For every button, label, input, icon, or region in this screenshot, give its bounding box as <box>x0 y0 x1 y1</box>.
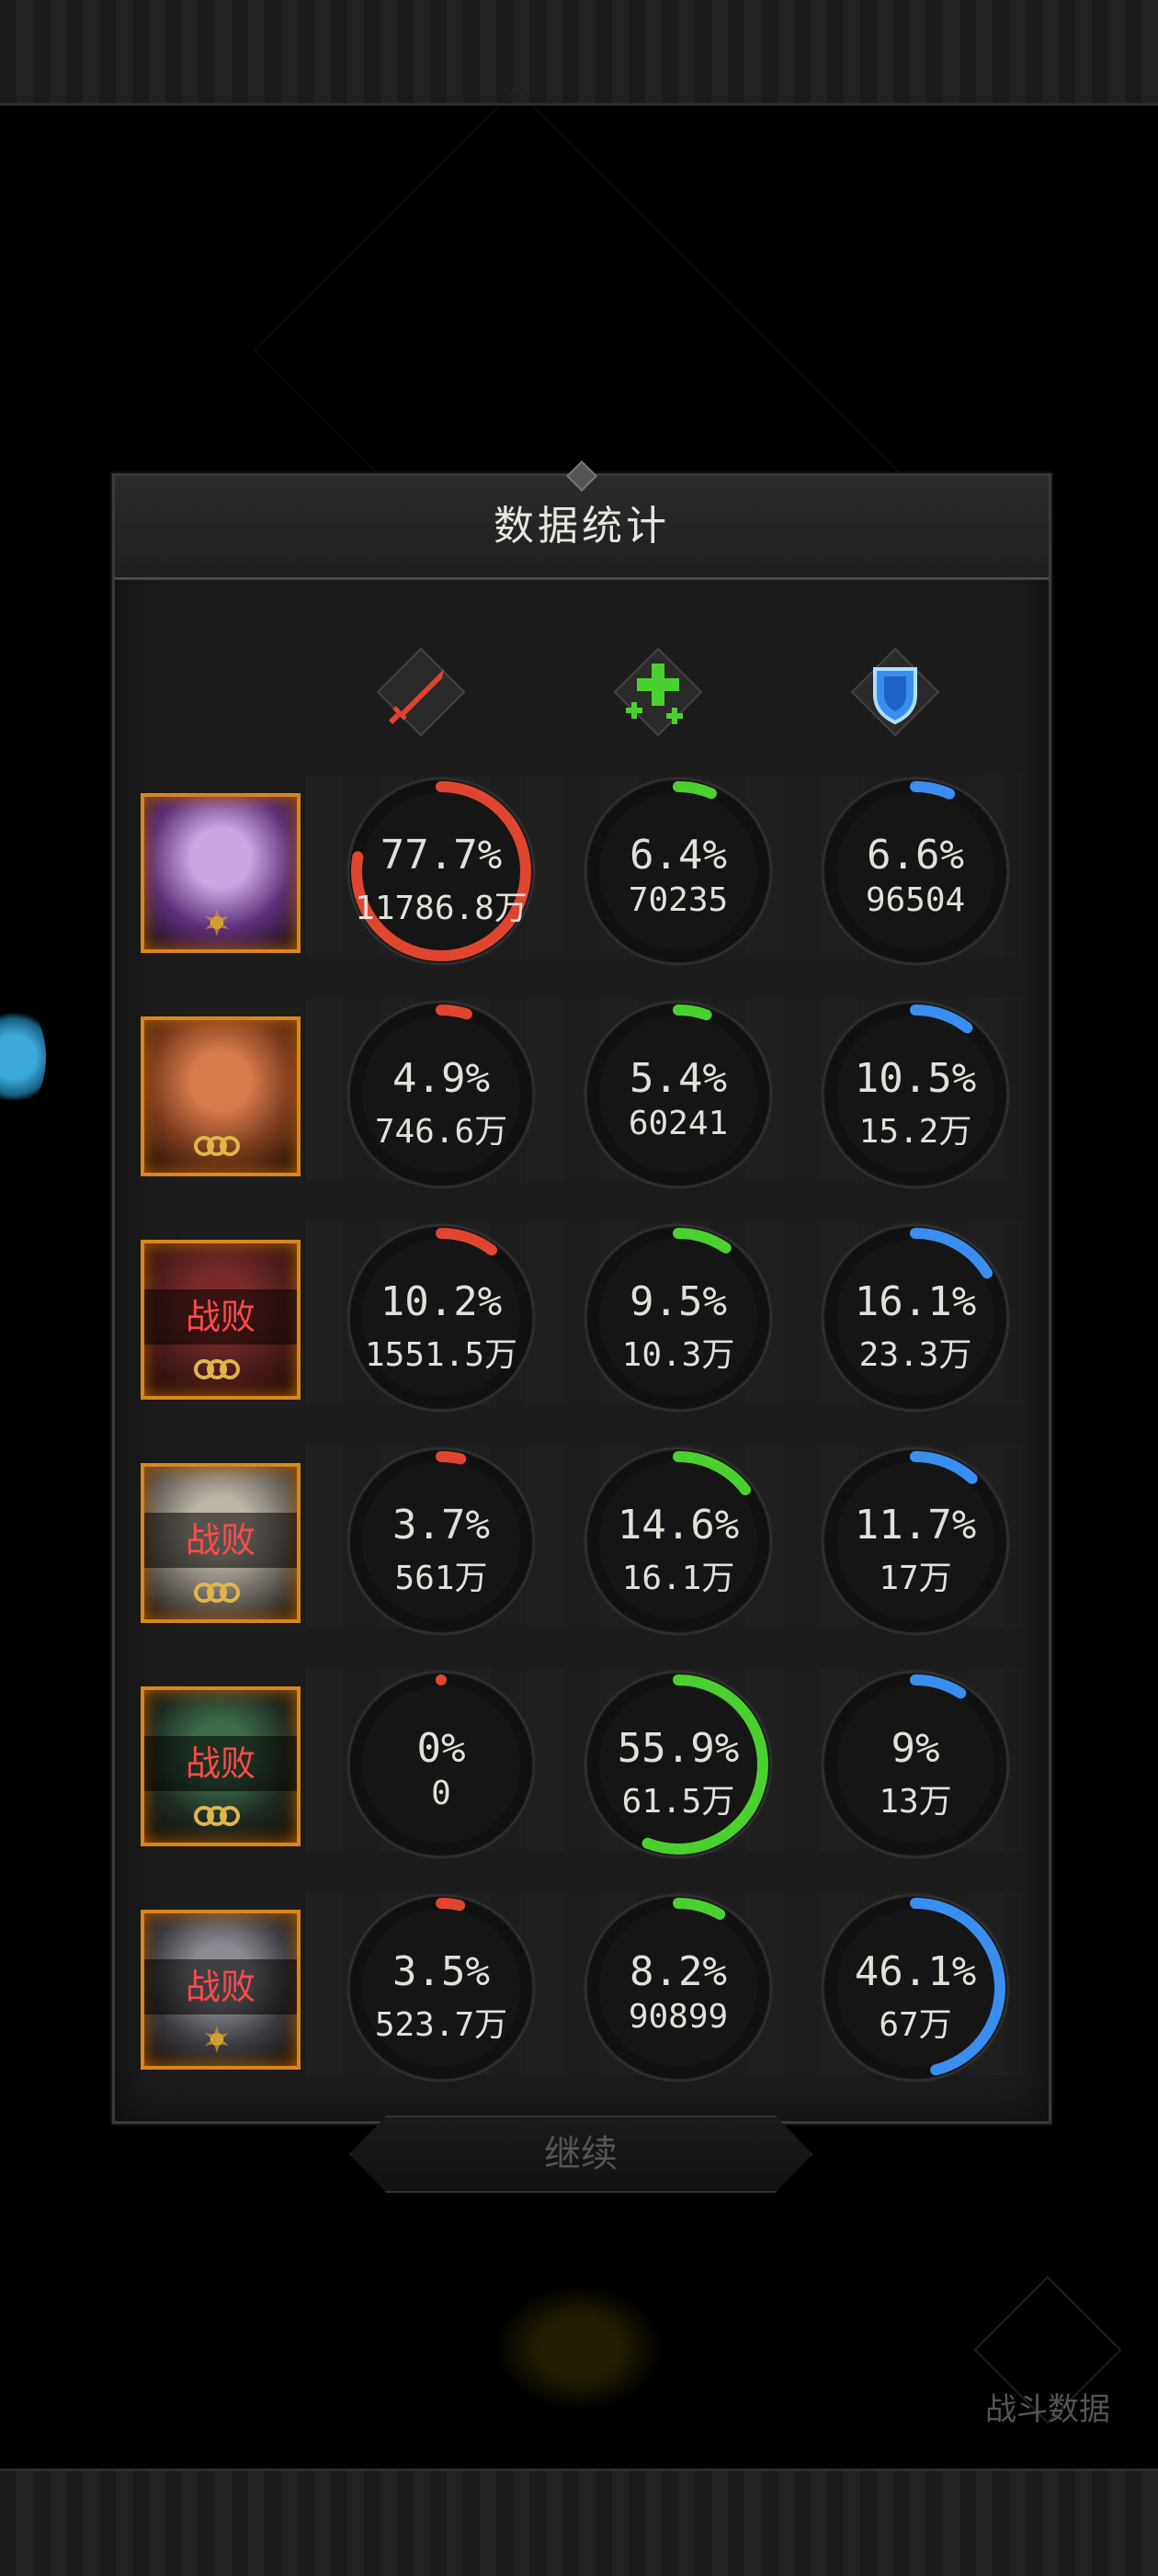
tank-ring: 10.5% 15.2万 <box>819 998 1012 1191</box>
rings-rank-icon <box>191 1579 243 1606</box>
hero-stat-row: 战败 3.7% 561万 14.6% 16.1万 11.7% 17万 <box>141 1445 1023 1636</box>
heal-percent: 6.4% <box>630 832 727 879</box>
tank-value: 15.2万 <box>858 1113 972 1151</box>
tank-ring: 9% 13万 <box>819 1668 1012 1861</box>
heal-percent: 5.4% <box>630 1055 727 1102</box>
heal-percent: 9.5% <box>630 1278 727 1325</box>
damage-percent: 0% <box>416 1725 466 1772</box>
damage-ring: 10.2% 1551.5万 <box>345 1221 538 1414</box>
tank-percent: 11.7% <box>854 1502 977 1549</box>
tank-ring: 6.6% 96504 <box>819 775 1012 968</box>
tank-value: 96504 <box>865 881 966 919</box>
damage-percent: 3.7% <box>392 1502 490 1549</box>
damage-value: 0 <box>431 1775 451 1812</box>
heal-ring: 14.6% 16.1万 <box>582 1445 775 1638</box>
stats-panel: 数据统计 77.7% 11786.8万 6.4% 70235 6.6% 96504 4.9%… <box>112 460 1051 2124</box>
hero-stat-row: 战败 0% 0 55.9% 61.5万 9% 13万 <box>141 1668 1023 1859</box>
heal-value: 16.1万 <box>621 1560 735 1597</box>
tank-value: 17万 <box>879 1560 952 1597</box>
top-frame-bar <box>0 0 1158 106</box>
damage-value: 11786.8万 <box>355 890 528 927</box>
center-emblem <box>487 2279 671 2417</box>
damage-ring: 77.7% 11786.8万 <box>345 775 538 968</box>
defeated-label: 战败 <box>144 1736 297 1791</box>
heal-cross-icon <box>607 641 709 743</box>
heal-ring: 5.4% 60241 <box>582 998 775 1191</box>
damage-ring: 4.9% 746.6万 <box>345 998 538 1191</box>
defeated-label: 战败 <box>144 1513 297 1568</box>
damage-value: 523.7万 <box>374 2006 508 2044</box>
damage-value: 561万 <box>394 1560 488 1597</box>
heal-ring: 55.9% 61.5万 <box>582 1668 775 1861</box>
battle-data-label: 战斗数据 <box>985 2391 1110 2428</box>
damage-ring: 0% 0 <box>345 1668 538 1861</box>
damage-value: 1551.5万 <box>364 1336 518 1374</box>
damage-percent: 3.5% <box>392 1948 490 1995</box>
bottom-frame-bar <box>0 2468 1158 2576</box>
hero-stat-row: 4.9% 746.6万 5.4% 60241 10.5% 15.2万 <box>141 998 1023 1189</box>
defeated-label: 战败 <box>144 1959 297 2014</box>
sun-rank-icon <box>191 2026 243 2053</box>
tank-percent: 46.1% <box>854 1948 977 1995</box>
damage-value: 746.6万 <box>374 1113 508 1151</box>
damage-percent: 4.9% <box>392 1055 490 1102</box>
tank-value: 23.3万 <box>858 1336 972 1374</box>
damage-percent: 10.2% <box>380 1278 503 1325</box>
tank-percent: 9% <box>891 1725 940 1772</box>
rings-rank-icon <box>191 1356 243 1383</box>
damage-ring: 3.7% 561万 <box>345 1445 538 1638</box>
tank-value: 67万 <box>879 2006 952 2044</box>
sun-rank-icon <box>191 909 243 936</box>
heal-value: 60241 <box>628 1105 729 1142</box>
heal-value: 90899 <box>628 1998 729 2036</box>
hero-stat-row: 战败 3.5% 523.7万 8.2% 90899 46.1% 67万 <box>141 1891 1023 2082</box>
tank-ring: 46.1% 67万 <box>819 1891 1012 2084</box>
hero-stat-row: 77.7% 11786.8万 6.4% 70235 6.6% 96504 <box>141 775 1023 966</box>
heal-percent: 8.2% <box>630 1948 727 1995</box>
tank-ring: 11.7% 17万 <box>819 1445 1012 1638</box>
tank-ring: 16.1% 23.3万 <box>819 1221 1012 1414</box>
heal-value: 70235 <box>628 881 729 919</box>
rings-rank-icon <box>191 1802 243 1830</box>
heal-ring: 9.5% 10.3万 <box>582 1221 775 1414</box>
damage-percent: 77.7% <box>380 832 503 879</box>
damage-ring: 3.5% 523.7万 <box>345 1891 538 2084</box>
tank-percent: 10.5% <box>854 1055 977 1102</box>
heal-percent: 14.6% <box>617 1502 740 1549</box>
tank-percent: 6.6% <box>867 832 964 879</box>
heal-ring: 8.2% 90899 <box>582 1891 775 2084</box>
tank-value: 13万 <box>879 1783 952 1821</box>
heal-percent: 55.9% <box>617 1725 740 1772</box>
rings-rank-icon <box>191 1132 243 1160</box>
side-event-badge[interactable] <box>0 1002 46 1112</box>
battle-data-button[interactable]: 战斗数据 <box>956 2275 1140 2435</box>
hero-stat-row: 战败 10.2% 1551.5万 9.5% 10.3万 16.1% 23.3万 <box>141 1221 1023 1413</box>
defeated-label: 战败 <box>144 1289 297 1345</box>
continue-button[interactable]: 继续 <box>349 2116 812 2193</box>
shield-icon <box>845 641 946 743</box>
heal-value: 10.3万 <box>621 1336 735 1374</box>
heal-value: 61.5万 <box>621 1783 735 1821</box>
heal-ring: 6.4% 70235 <box>582 775 775 968</box>
tank-percent: 16.1% <box>854 1278 977 1325</box>
sword-icon <box>370 641 471 743</box>
